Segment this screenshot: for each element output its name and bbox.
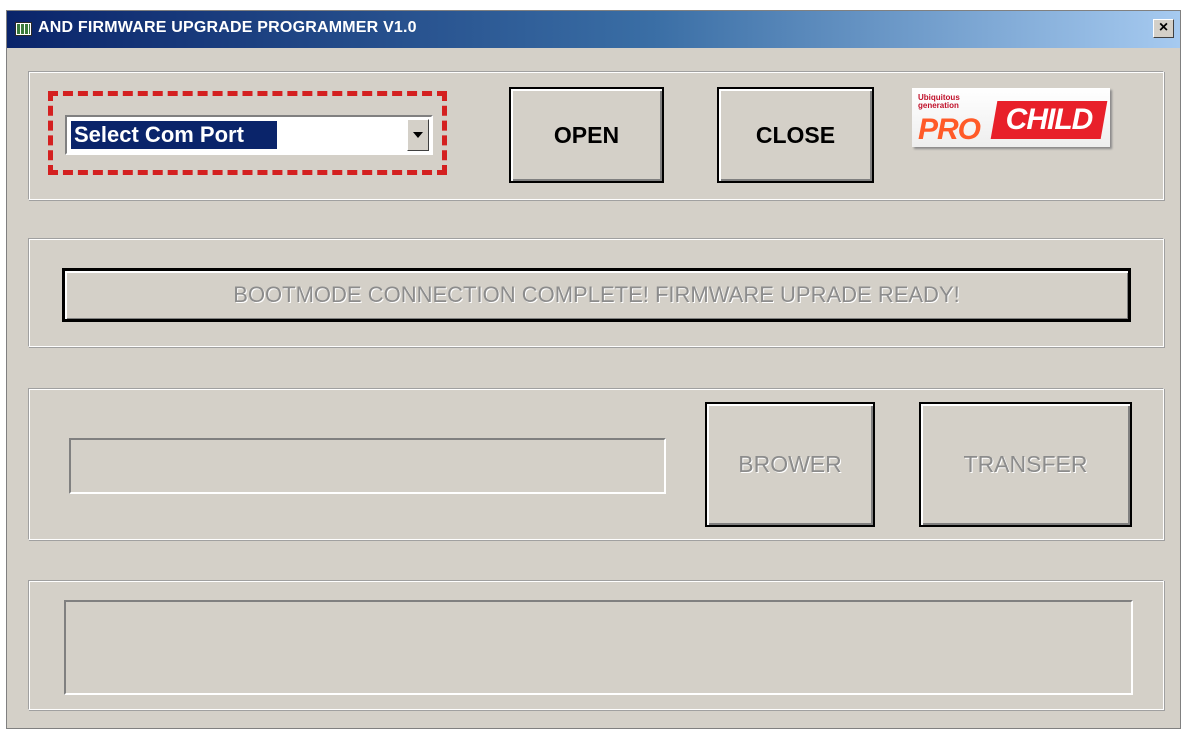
logo-child-block: CHILD (990, 101, 1108, 139)
com-port-selected-value: Select Com Port (71, 121, 277, 149)
firmware-file-path-field[interactable] (69, 438, 666, 494)
transfer-button[interactable]: TRANSFER (919, 402, 1132, 527)
prochild-logo: Ubiquitous generation CHILD PRO (912, 88, 1110, 147)
logo-child-text: CHILD (1005, 103, 1093, 136)
logo-tagline: Ubiquitous generation (918, 93, 960, 110)
browse-button[interactable]: BROWER (705, 402, 875, 527)
title-bar[interactable]: AND FIRMWARE UPGRADE PROGRAMMER V1.0 × (7, 11, 1180, 48)
close-window-button[interactable]: × (1153, 19, 1174, 38)
logo-pro-text: PRO (918, 113, 981, 146)
close-button[interactable]: CLOSE (717, 87, 874, 183)
window-title: AND FIRMWARE UPGRADE PROGRAMMER V1.0 (38, 19, 417, 36)
dropdown-arrow-icon[interactable] (407, 119, 429, 151)
open-button[interactable]: OPEN (509, 87, 664, 183)
com-port-select[interactable]: Select Com Port (65, 115, 433, 155)
app-icon (15, 22, 32, 36)
progress-log-field (64, 600, 1133, 695)
status-message: BOOTMODE CONNECTION COMPLETE! FIRMWARE U… (62, 268, 1131, 322)
